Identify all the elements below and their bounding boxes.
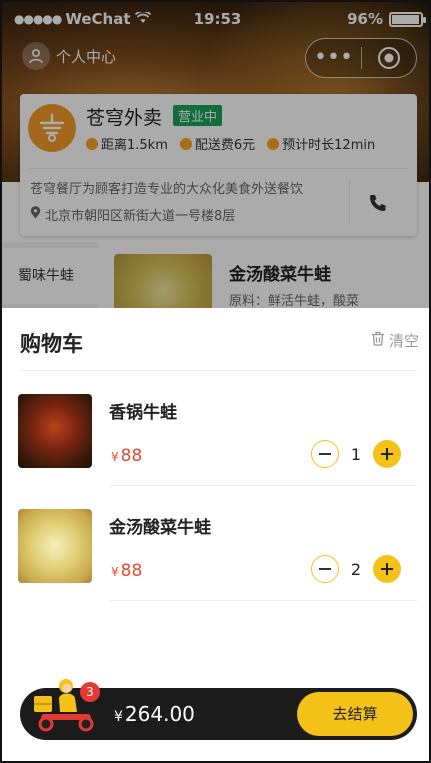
plus-icon <box>381 563 393 575</box>
minus-icon <box>319 568 331 570</box>
cart-item: 金汤酸菜牛蛙 ¥88 2 <box>2 485 429 601</box>
quantity-stepper: 1 <box>311 440 401 468</box>
increase-button[interactable] <box>373 555 401 583</box>
minus-icon <box>319 453 331 455</box>
quantity-stepper: 2 <box>311 555 401 583</box>
cart-count-badge: 3 <box>80 682 100 702</box>
checkout-button[interactable]: 去结算 <box>297 692 413 736</box>
cart-item-name: 香锅牛蛙 <box>109 403 177 423</box>
modal-overlay[interactable] <box>2 2 429 308</box>
cart-item-image <box>18 509 92 583</box>
total-price: ¥264.00 <box>114 702 195 726</box>
item-divider <box>109 600 417 601</box>
cart-item: 香锅牛蛙 ¥88 1 <box>2 370 429 486</box>
app-frame: ●●●●● WeChat 19:53 96% 个人中心 ••• 苍穹外卖 营业中 <box>0 0 431 763</box>
quantity-value: 1 <box>350 444 362 464</box>
trash-icon <box>371 331 385 350</box>
cart-item-name: 金汤酸菜牛蛙 <box>109 518 211 538</box>
total-value: 264.00 <box>124 702 195 726</box>
quantity-value: 2 <box>350 559 362 579</box>
currency-symbol: ¥ <box>111 565 119 579</box>
cart-item-image <box>18 394 92 468</box>
cart-item-price: ¥88 <box>111 446 142 466</box>
total-currency: ¥ <box>114 709 123 725</box>
cart-title: 购物车 <box>20 332 83 356</box>
clear-cart-button[interactable]: 清空 <box>371 330 419 351</box>
decrease-button[interactable] <box>311 555 339 583</box>
cart-item-price: ¥88 <box>111 561 142 581</box>
currency-symbol: ¥ <box>111 450 119 464</box>
decrease-button[interactable] <box>311 440 339 468</box>
checkout-bar: 3 ¥264.00 去结算 <box>20 679 417 740</box>
plus-icon <box>381 448 393 460</box>
price-value: 88 <box>120 446 143 466</box>
clear-cart-label: 清空 <box>388 332 419 350</box>
increase-button[interactable] <box>373 440 401 468</box>
price-value: 88 <box>120 561 143 581</box>
